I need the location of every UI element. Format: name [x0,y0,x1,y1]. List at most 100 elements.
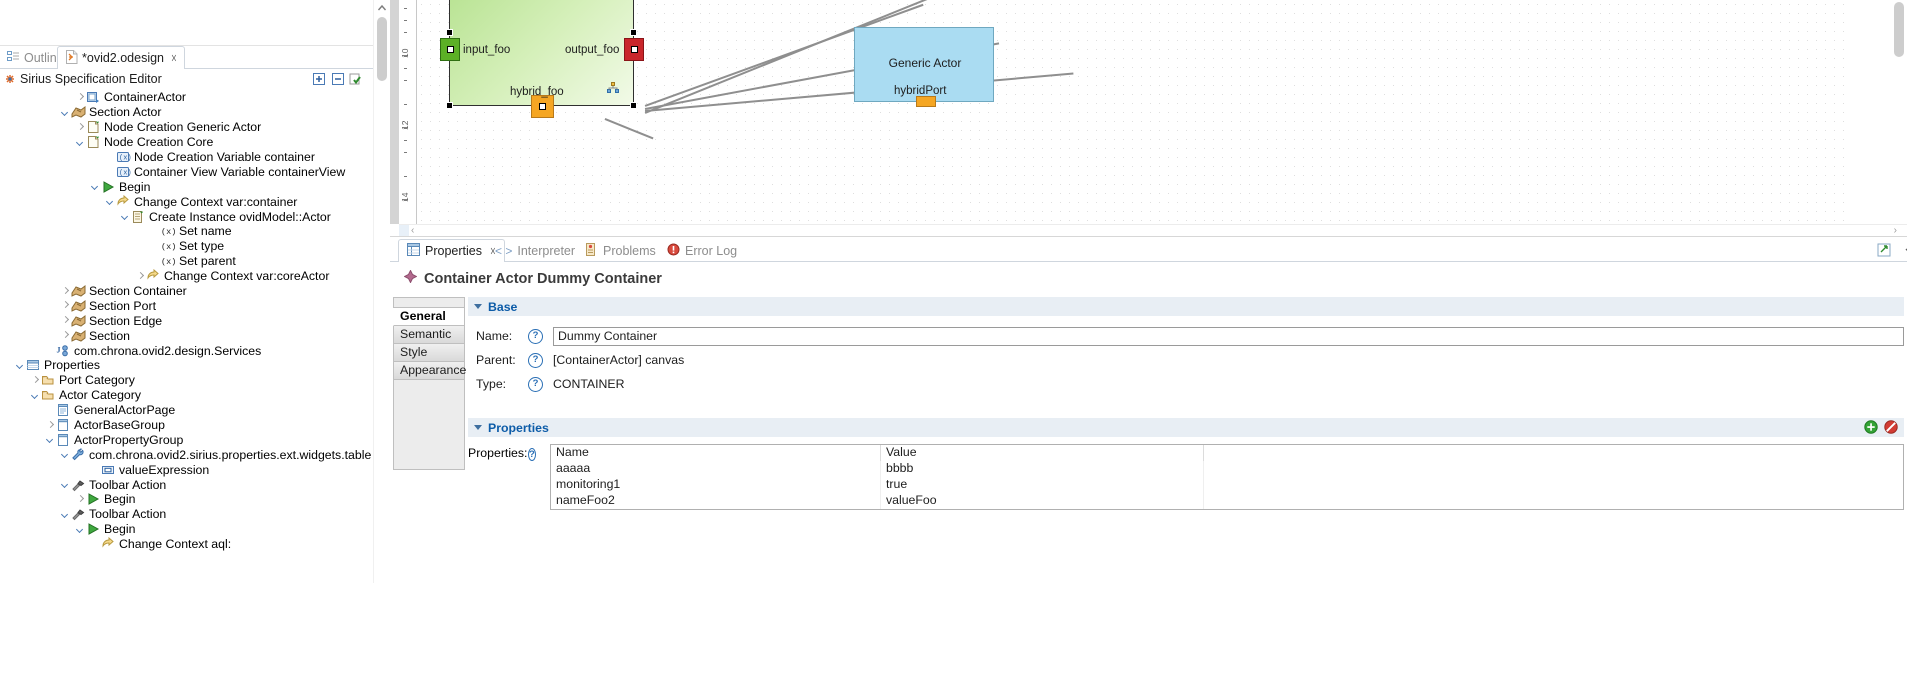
tree-item[interactable]: Begin [0,179,374,194]
tree-item[interactable]: Properties [0,358,374,373]
port-input-foo[interactable] [440,38,460,61]
table-cell[interactable] [1204,477,1903,493]
tree-item[interactable]: valueExpression [0,462,374,477]
chevron-right-icon[interactable] [75,122,86,133]
port-hybrid-foo[interactable] [531,95,554,118]
tree-item[interactable]: Section Port [0,298,374,313]
tree-scrollbar-thumb[interactable] [377,17,387,81]
help-icon[interactable]: ? [528,352,543,368]
tree-item[interactable]: Begin [0,522,374,537]
chevron-right-icon[interactable] [135,271,146,282]
chevron-right-icon[interactable] [75,92,86,103]
chevron-right-icon[interactable] [45,420,56,431]
table-cell[interactable]: nameFoo2 [551,493,881,509]
chevron-down-icon[interactable] [60,449,71,460]
tree-item[interactable]: Change Context aql: [0,537,374,552]
chevron-down-icon[interactable] [105,196,116,207]
tree-item[interactable]: Jcom.chrona.ovid2.design.Services [0,343,374,358]
chevron-down-icon[interactable] [60,479,71,490]
remove-icon[interactable] [1884,420,1898,434]
column-header-extra[interactable] [1204,445,1903,461]
close-icon[interactable]: ☓ [171,52,177,65]
table-cell[interactable] [1204,493,1903,509]
scroll-right-icon[interactable]: › [1894,225,1897,236]
tree-item[interactable]: Begin [0,492,374,507]
table-row[interactable]: aaaaa bbbb [551,461,1903,477]
tree-item[interactable]: Section Edge [0,313,374,328]
new-child-icon[interactable] [312,72,326,86]
tree-item[interactable]: (x) Node Creation Variable container [0,150,374,165]
chevron-right-icon[interactable] [60,330,71,341]
table-cell[interactable]: bbbb [881,461,1204,477]
properties-section-header[interactable]: Properties [468,418,1904,437]
chevron-down-icon[interactable] [60,509,71,520]
table-cell[interactable]: monitoring1 [551,477,881,493]
tree-item[interactable]: (x)=Set name [0,224,374,239]
chevron-down-icon[interactable] [45,434,56,445]
tree-item[interactable]: Toolbar Action [0,507,374,522]
chevron-down-icon[interactable] [474,304,482,309]
tree-item[interactable]: Actor Category [0,388,374,403]
tree-item[interactable]: ActorBaseGroup [0,418,374,433]
table-cell[interactable]: aaaaa [551,461,881,477]
pin-icon[interactable] [1877,243,1892,257]
chevron-right-icon[interactable] [30,375,41,386]
tree-item[interactable]: (x)=Set parent [0,254,374,269]
scroll-left-icon[interactable]: ‹ [411,225,414,236]
name-input[interactable]: Dummy Container [553,326,1904,346]
collapse-all-icon[interactable] [331,72,345,86]
help-icon[interactable]: ? [528,448,536,461]
chevron-down-icon[interactable] [15,360,26,371]
diagram-canvas[interactable]: Dummy Container input_foo output_foo hyb… [417,0,1844,224]
chevron-down-icon[interactable] [120,211,131,222]
tree-item[interactable]: com.chrona.ovid2.sirius.properties.ext.w… [0,447,374,462]
properties-table[interactable]: Name Value aaaaa bbbb monitoring1 true nameF… [550,444,1904,510]
tree-item[interactable]: (x)=Set type [0,239,374,254]
base-section-header[interactable]: Base [468,297,1904,316]
side-tab-appearance[interactable]: Appearance [393,362,466,380]
tree-item[interactable]: Create Instance ovidModel::Actor [0,209,374,224]
table-cell[interactable]: true [881,477,1204,493]
view-menu-icon[interactable] [1903,243,1907,257]
chevron-down-icon[interactable] [75,524,86,535]
tree-item[interactable]: (x) Container View Variable containerView [0,164,374,179]
chevron-right-icon[interactable] [75,494,86,505]
tree-item[interactable]: GeneralActorPage [0,403,374,418]
tree-item[interactable]: ContainerActor [0,90,374,105]
tab-ovid2-odesign[interactable]: *ovid2.odesign ☓ [57,46,185,70]
column-header-value[interactable]: Value [881,445,1204,461]
tab-problems[interactable]: Problems [577,239,664,262]
tree-item[interactable]: ActorPropertyGroup [0,432,374,447]
column-header-name[interactable]: Name [551,445,881,461]
side-tab-semantic[interactable]: Semantic [393,326,465,344]
tree-item[interactable]: Port Category [0,373,374,388]
tree-item[interactable]: Section Container [0,284,374,299]
tree-item[interactable]: Change Context var:coreActor [0,269,374,284]
port-output-foo[interactable] [624,38,644,61]
link-with-editor-icon[interactable] [349,72,363,86]
add-icon[interactable] [1864,420,1878,434]
help-icon[interactable]: ? [528,376,543,392]
chevron-down-icon[interactable] [90,181,101,192]
tab-interpreter[interactable]: < > Interpreter [487,239,583,262]
chevron-down-icon[interactable] [30,390,41,401]
tree-item[interactable]: Toolbar Action [0,477,374,492]
chevron-right-icon[interactable] [60,286,71,297]
chevron-down-icon[interactable] [474,425,482,430]
side-tab-general[interactable]: General [393,308,465,326]
chevron-down-icon[interactable] [75,137,86,148]
tree-item[interactable]: Node Creation Generic Actor [0,120,374,135]
vertical-splitter[interactable] [374,90,390,673]
help-icon[interactable]: ? [528,328,543,344]
sirius-model-tree[interactable]: ContainerActor Section Actor Node Creation… [0,90,374,673]
tab-error-log[interactable]: Error Log [659,239,745,262]
canvas-vertical-scrollbar[interactable] [1891,0,1907,224]
tree-item[interactable]: Section [0,328,374,343]
table-cell[interactable] [1204,461,1903,477]
table-row[interactable]: nameFoo2 valueFoo [551,493,1903,509]
port-hybridport[interactable] [916,96,936,107]
table-cell[interactable]: valueFoo [881,493,1204,509]
chevron-right-icon[interactable] [60,300,71,311]
tree-item[interactable]: Change Context var:container [0,194,374,209]
chevron-down-icon[interactable] [60,107,71,118]
